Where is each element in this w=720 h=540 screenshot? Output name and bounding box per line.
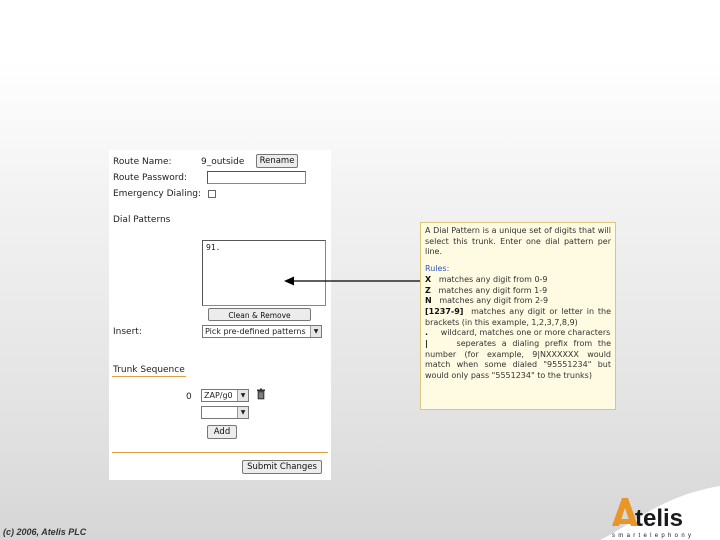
route-password-label: Route Password: bbox=[113, 173, 188, 183]
rule-text: wildcard, matches one or more characters bbox=[440, 328, 611, 338]
trunk-sequence-heading: Trunk Sequence bbox=[113, 365, 185, 375]
rename-button[interactable]: Rename bbox=[256, 154, 298, 168]
rule-text: matches any digit from 2-9 bbox=[439, 296, 549, 306]
dial-pattern-help-callout: A Dial Pattern is a unique set of digits… bbox=[420, 222, 616, 410]
rule-key: | bbox=[425, 339, 428, 349]
rule-item: N matches any digit from 2-9 bbox=[425, 296, 611, 307]
trunk-sequence-underline bbox=[112, 376, 186, 377]
svg-text:smartelephony: smartelephony bbox=[612, 533, 694, 539]
insert-pattern-select-value: Pick pre-defined patterns bbox=[205, 327, 306, 336]
clean-duplicates-button[interactable]: Clean & Remove duplicates bbox=[208, 308, 311, 333]
trunk-index: 0 bbox=[186, 392, 192, 402]
rule-item: . wildcard, matches one or more characte… bbox=[425, 328, 611, 339]
route-password-input[interactable] bbox=[207, 171, 306, 184]
trunk-select-empty[interactable]: ▼ bbox=[201, 406, 249, 419]
emergency-dialing-checkbox[interactable] bbox=[208, 190, 216, 198]
dial-patterns-heading: Dial Patterns bbox=[113, 215, 171, 225]
rule-key: Z bbox=[425, 285, 431, 295]
rule-item: X matches any digit from 0-9 bbox=[425, 275, 611, 286]
copyright-text: (c) 2006, Atelis PLC bbox=[3, 527, 87, 537]
help-intro: A Dial Pattern is a unique set of digits… bbox=[425, 226, 611, 257]
atelis-logo: telis smartelephony bbox=[600, 486, 720, 540]
trunk-select-value: ZAP/g0 bbox=[204, 391, 233, 400]
rule-key: X bbox=[425, 274, 432, 284]
form-divider bbox=[112, 452, 328, 453]
rule-key: [1237-9] bbox=[425, 306, 464, 316]
submit-changes-button[interactable]: Submit Changes bbox=[242, 460, 322, 474]
rule-item: | seperates a dialing prefix from the nu… bbox=[425, 339, 611, 382]
trunk-select[interactable]: ZAP/g0 ▼ bbox=[201, 389, 249, 402]
emergency-dialing-label: Emergency Dialing: bbox=[113, 189, 202, 199]
dial-patterns-textarea[interactable]: 91. bbox=[202, 240, 326, 306]
route-name-value: 9_outside bbox=[201, 157, 245, 167]
rule-text: seperates a dialing prefix from the numb… bbox=[425, 339, 611, 381]
chevron-down-icon: ▼ bbox=[310, 326, 321, 337]
rule-key: . bbox=[425, 328, 429, 338]
rule-text: matches any digit from 0-9 bbox=[438, 274, 548, 284]
insert-label: Insert: bbox=[113, 327, 142, 337]
trash-icon[interactable] bbox=[255, 388, 267, 400]
pointer-arrow bbox=[284, 276, 421, 286]
svg-text:telis: telis bbox=[635, 505, 683, 532]
add-trunk-button[interactable]: Add bbox=[207, 425, 237, 439]
route-name-label: Route Name: bbox=[113, 157, 172, 167]
rule-text: matches any digit form 1-9 bbox=[438, 285, 548, 295]
chevron-down-icon: ▼ bbox=[237, 390, 248, 401]
rules-title: Rules: bbox=[425, 264, 450, 274]
rule-item: [1237-9] matches any digit or letter in … bbox=[425, 307, 611, 328]
rule-key: N bbox=[425, 296, 432, 306]
insert-pattern-select[interactable]: Pick pre-defined patterns ▼ bbox=[202, 325, 322, 338]
rule-item: Z matches any digit form 1-9 bbox=[425, 286, 611, 297]
route-form-panel: Route Name: 9_outside Rename Route Passw… bbox=[109, 150, 331, 480]
chevron-down-icon: ▼ bbox=[237, 407, 248, 418]
